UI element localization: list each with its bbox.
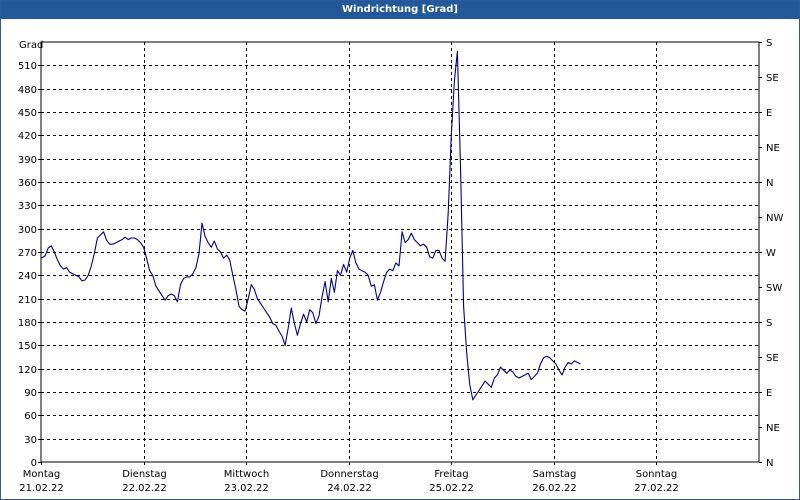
y-axis-title: Grad [19, 40, 43, 51]
y-tick-label: 480 [18, 85, 37, 96]
x-tick-date: 26.02.22 [532, 483, 577, 494]
y-tick-label: 0 [31, 458, 37, 469]
x-tick-day: Donnerstag [320, 469, 378, 480]
x-tick-date: 23.02.22 [224, 483, 269, 494]
x-tick-date: 24.02.22 [327, 483, 372, 494]
x-tick-day: Freitag [434, 469, 468, 480]
y-tick-label: 420 [18, 131, 37, 142]
y2-tick-label: E [766, 388, 772, 399]
y-tick-label: 450 [18, 108, 37, 119]
y-tick-label: 30 [24, 435, 37, 446]
y-tick-label: 90 [24, 388, 37, 399]
x-tick-date: 27.02.22 [634, 483, 679, 494]
chart-window: Windrichtung [Grad] Grad 0 30 60 90 120 150 18… [0, 0, 800, 500]
window-title: Windrichtung [Grad] [1, 1, 799, 19]
y2-tick-label: NE [766, 143, 780, 154]
x-tick-date: 22.02.22 [122, 483, 167, 494]
y-tick-label: 360 [18, 178, 37, 189]
y-tick-label: 210 [18, 295, 37, 306]
y-tick-label: 390 [18, 155, 37, 166]
y2-tick-label: NW [766, 213, 783, 224]
y-tick-label: 270 [18, 248, 37, 259]
y-tick-label: 240 [18, 271, 37, 282]
y2-tick-label: S [766, 318, 772, 329]
x-tick-day: Sonntag [636, 469, 678, 480]
y2-tick-label: S [766, 38, 772, 49]
x-tick-day: Montag [23, 469, 60, 480]
y2-tick-label: W [766, 248, 776, 259]
wind-direction-chart: Grad 0 30 60 90 120 150 180 210 240 270 300 330 360 3… [18, 38, 784, 494]
y2-tick-label: N [766, 458, 773, 469]
x-tick-date: 25.02.22 [429, 483, 474, 494]
y2-tick-label: SE [766, 73, 779, 84]
y2-tick-label: SE [766, 353, 779, 364]
x-tick-day: Dienstag [122, 469, 167, 480]
x-tick-day: Mittwoch [224, 469, 269, 480]
y-tick-label: 510 [18, 61, 37, 72]
x-tick-day: Samstag [533, 469, 577, 480]
y2-tick-label: NE [766, 423, 780, 434]
y-tick-label: 180 [18, 318, 37, 329]
y-tick-label: 120 [18, 365, 37, 376]
y-tick-label: 330 [18, 201, 37, 212]
y2-tick-label: E [766, 108, 772, 119]
y-tick-label: 300 [18, 225, 37, 236]
x-tick-date: 21.02.22 [19, 483, 64, 494]
series-line-wind-direction [40, 50, 581, 401]
y-tick-label: 60 [24, 411, 37, 422]
y-tick-label: 150 [18, 341, 37, 352]
y2-tick-label: SW [766, 283, 782, 294]
y2-tick-label: N [766, 178, 773, 189]
